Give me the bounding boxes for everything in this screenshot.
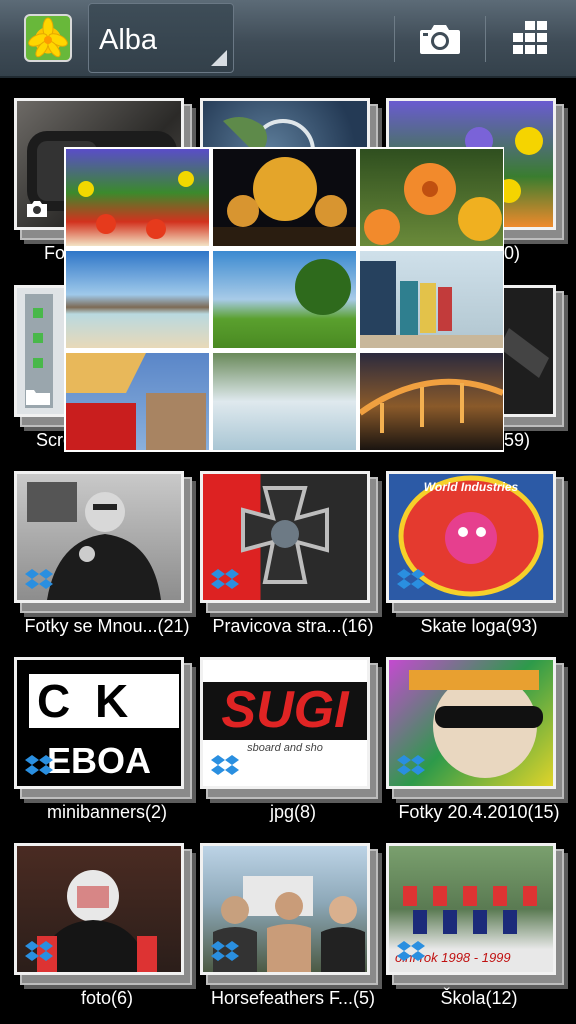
collage-photo-night-buildings[interactable] [213, 149, 356, 246]
dropbox-icon [397, 569, 425, 589]
album-label: Fotky se Mnou...(21) [24, 616, 190, 636]
action-bar: Alba [0, 0, 576, 78]
album-thumbnail: olní rok 1998 - 1999 [386, 843, 556, 975]
album-thumbnail [200, 471, 370, 603]
album-thumbnail [14, 843, 184, 975]
collage-photo-orange-flowers[interactable] [360, 149, 503, 246]
grid-view-button[interactable] [494, 8, 568, 70]
album-tile[interactable]: foto(6) [14, 843, 200, 1013]
album-label: foto(6) [80, 988, 134, 1008]
collage-photo-umbrella-street[interactable] [66, 353, 209, 450]
album-tile[interactable]: Pravicova stra...(16) [200, 471, 386, 641]
album-label: Škola(12) [440, 988, 518, 1008]
dropbox-icon [25, 941, 53, 961]
album-label: 0) [504, 243, 521, 263]
album-tile[interactable]: Fotky se Mnou...(21) [14, 471, 200, 641]
folder-icon [26, 390, 50, 405]
banner-text-top: C K [29, 674, 179, 728]
dropdown-corner-icon [211, 50, 227, 66]
collage-photo-beach-huts[interactable] [360, 251, 503, 348]
gallery-screen: Alba Fo 0) Scre 59) Fotky se Mnou...(21)… [0, 0, 576, 1024]
album-tile[interactable]: olní rok 1998 - 1999 Škola(12) [386, 843, 572, 1013]
dropbox-icon [397, 941, 425, 961]
album-label: Fotky 20.4.2010(15) [398, 802, 560, 822]
album-selector-dropdown[interactable]: Alba [88, 3, 234, 73]
album-tile[interactable]: Horsefeathers F...(5) [200, 843, 386, 1013]
skate-logo-text: World Industries [423, 480, 519, 494]
album-thumbnail: C K EBOA [14, 657, 184, 789]
album-thumbnail: World Industries [386, 471, 556, 603]
album-thumbnail [386, 657, 556, 789]
album-tile[interactable]: Fotky 20.4.2010(15) [386, 657, 572, 827]
album-label: jpg(8) [269, 802, 317, 822]
album-thumbnail [14, 471, 184, 603]
dropbox-icon [25, 569, 53, 589]
collage-photo-tulips[interactable] [66, 149, 209, 246]
album-selector-label: Alba [99, 24, 158, 56]
banner-subtext: sboard and sho [247, 742, 323, 754]
album-label: 59) [504, 430, 531, 450]
collage-photo-night-bridge[interactable] [360, 353, 503, 450]
dropbox-icon [211, 941, 239, 961]
album-label: Skate loga(93) [420, 616, 538, 636]
collage-photo-green-hill[interactable] [213, 251, 356, 348]
grid-view-icon [513, 21, 547, 54]
divider [485, 16, 486, 62]
dropbox-icon [211, 569, 239, 589]
album-tile[interactable]: SUGI sboard and sho jpg(8) [200, 657, 386, 827]
album-thumbnail: SUGI sboard and sho [200, 657, 370, 789]
lily-flower-icon[interactable] [24, 14, 72, 62]
collage-photo-salt-lake[interactable] [66, 251, 209, 348]
dropbox-icon [211, 755, 239, 775]
camera-icon [420, 25, 460, 54]
camera-button[interactable] [403, 8, 477, 70]
album-label: Pravicova stra...(16) [212, 616, 374, 636]
camera-icon [27, 201, 47, 217]
divider [394, 16, 395, 62]
album-tile[interactable]: World Industries Skate loga(93) [386, 471, 572, 641]
dropbox-icon [25, 755, 53, 775]
album-label: Horsefeathers F...(5) [210, 988, 376, 1008]
album-tile[interactable]: C K EBOA minibanners(2) [14, 657, 200, 827]
banner-text: SUGI [221, 681, 349, 739]
collage-photo-waterfall[interactable] [213, 353, 356, 450]
album-preview-collage[interactable] [64, 147, 504, 452]
dropbox-icon [397, 755, 425, 775]
album-thumbnail [200, 843, 370, 975]
album-label: minibanners(2) [46, 802, 168, 822]
